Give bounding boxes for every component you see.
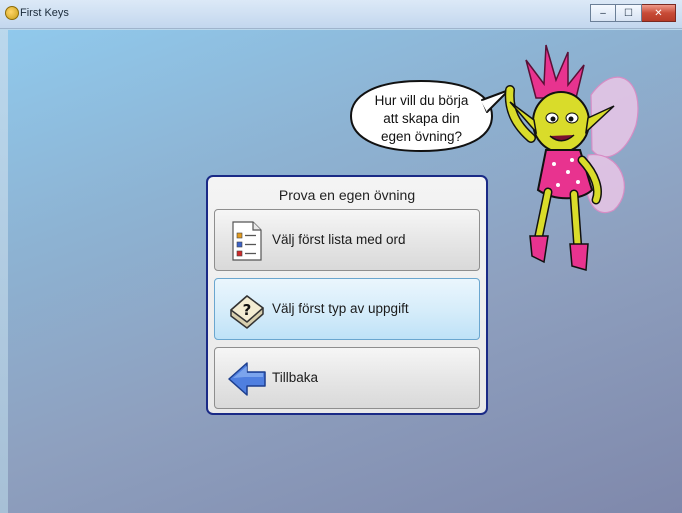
word-list-icon — [225, 219, 269, 263]
speech-text: Hur vill du börja att skapa din egen övn… — [349, 92, 494, 146]
fairy-mascot-icon — [496, 40, 646, 272]
speech-bubble: Hur vill du börja att skapa din egen övn… — [349, 78, 509, 154]
back-label: Tillbaka — [272, 370, 319, 385]
panel-title: Prova en egen övning — [278, 187, 416, 203]
title-bar: First Keys – ☐ ✕ — [0, 0, 682, 29]
choose-word-list-button[interactable]: Välj först lista med ord — [214, 209, 480, 271]
speech-line-3: egen övning? — [380, 129, 463, 144]
back-button[interactable]: Tillbaka — [214, 347, 480, 409]
speech-line-1: Hur vill du börja — [374, 93, 469, 108]
app-window: First Keys – ☐ ✕ Hur vill du börja att s… — [0, 0, 682, 513]
close-button[interactable]: ✕ — [642, 4, 676, 22]
app-icon — [5, 6, 19, 20]
minimize-button[interactable]: – — [590, 4, 616, 22]
exercise-panel: Prova en egen övning Välj först lista me… — [206, 175, 488, 415]
back-arrow-icon — [225, 357, 269, 401]
choose-task-type-button[interactable]: ? Välj först typ av uppgift — [214, 278, 480, 340]
choose-word-list-label: Välj först lista med ord — [272, 232, 406, 247]
choose-task-type-label: Välj först typ av uppgift — [272, 301, 409, 316]
maximize-button[interactable]: ☐ — [616, 4, 642, 22]
speech-line-2: att skapa din — [383, 111, 460, 126]
window-title: First Keys — [20, 7, 69, 19]
window-controls: – ☐ ✕ — [590, 4, 676, 22]
question-key-icon: ? — [225, 288, 269, 332]
svg-text:?: ? — [243, 301, 252, 319]
